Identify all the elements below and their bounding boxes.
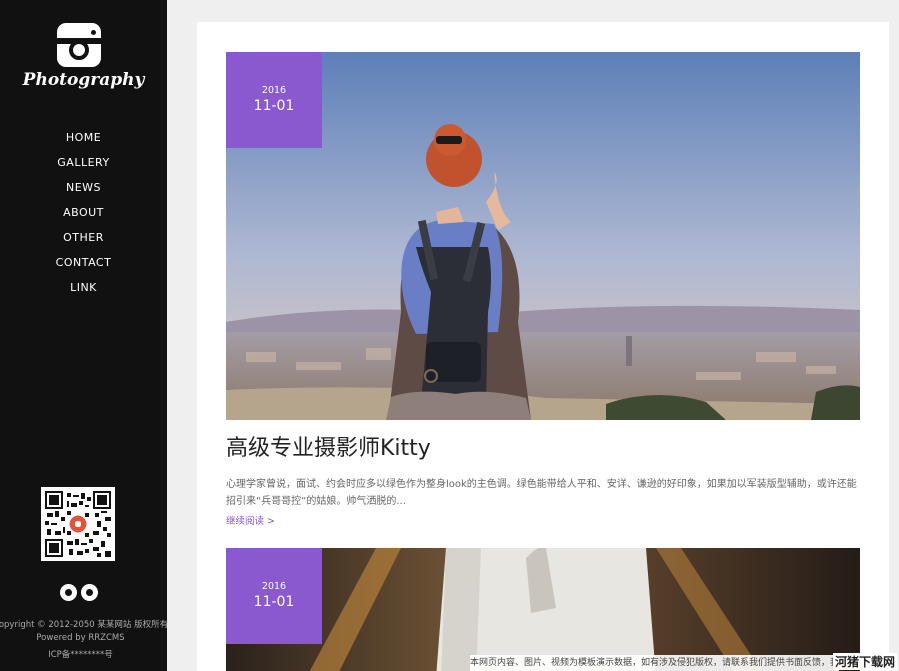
- main-content: 2016 11-01 高级专业摄影师Kitty 心理学家曾说，面试、约会时应多以…: [197, 22, 889, 671]
- nav-item-gallery[interactable]: GALLERY: [0, 154, 167, 179]
- qr-code: [41, 487, 115, 561]
- blog-post: 2016 11-01 高级专业摄影师Kitty 心理学家曾说，面试、约会时应多以…: [226, 52, 860, 527]
- date-badge: 2016 11-01: [226, 548, 322, 644]
- blog-post: 2016 11-01: [226, 548, 860, 671]
- powered-by-text: Powered by RRZCMS: [36, 633, 125, 643]
- weibo-icon[interactable]: [60, 584, 77, 601]
- post-excerpt: 心理学家曾说，面试、约会时应多以绿色作为整身look的主色调。绿色能带给人平和、…: [226, 479, 857, 507]
- watermark-text: 河猪下载网: [832, 653, 897, 670]
- post-year: 2016: [261, 85, 287, 96]
- post-photo[interactable]: 2016 11-01: [226, 548, 860, 671]
- post-year: 2016: [261, 581, 287, 592]
- qq-icon[interactable]: [81, 584, 98, 601]
- icp-text: ICP备********号: [48, 650, 113, 660]
- post-title[interactable]: 高级专业摄影师Kitty: [226, 430, 860, 462]
- nav-item-home[interactable]: HOME: [0, 129, 167, 154]
- nav-item-other[interactable]: OTHER: [0, 229, 167, 254]
- camera-logo-icon[interactable]: [57, 23, 101, 67]
- nav-item-contact[interactable]: CONTACT: [0, 254, 167, 279]
- social-links: [59, 584, 99, 602]
- main-nav: HOME GALLERY NEWS ABOUT OTHER CONTACT LI…: [0, 129, 167, 304]
- nav-item-link[interactable]: LINK: [0, 279, 167, 304]
- post-day: 11-01: [253, 594, 295, 610]
- date-badge: 2016 11-01: [226, 52, 322, 148]
- read-more-link[interactable]: 继续阅读 >: [226, 513, 860, 527]
- sidebar: Photography HOME GALLERY NEWS ABOUT OTHE…: [0, 0, 168, 671]
- nav-item-news[interactable]: NEWS: [0, 179, 167, 204]
- nav-item-about[interactable]: ABOUT: [0, 204, 167, 229]
- site-logo-text[interactable]: Photography: [0, 70, 167, 90]
- post-day: 11-01: [253, 98, 295, 114]
- copyright-text: Copyright © 2012-2050 某某网站 版权所有: [0, 620, 169, 630]
- post-photo[interactable]: 2016 11-01: [226, 52, 860, 420]
- copyright-notice-bar: 本网页内容、图片、视频为模板演示数据，如有涉及侵犯版权，请联系我们提供书面反馈，…: [470, 655, 840, 671]
